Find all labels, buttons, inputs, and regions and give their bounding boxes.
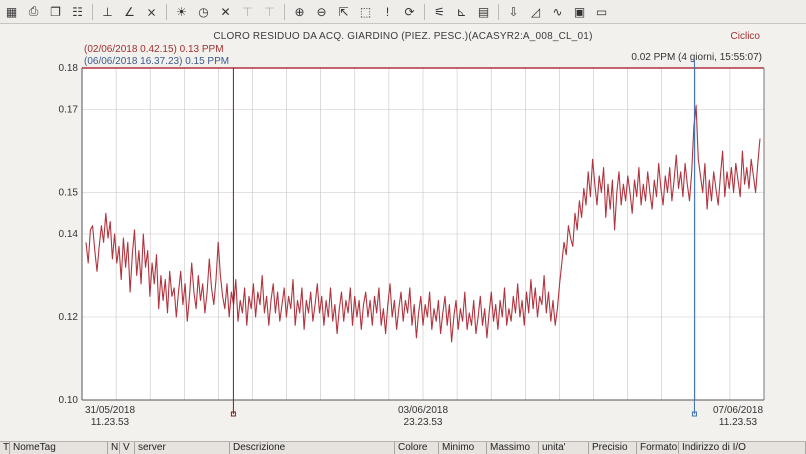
column-header[interactable]: V bbox=[120, 442, 135, 454]
column-header[interactable]: Minimo bbox=[439, 442, 487, 454]
y-tick-label: 0.10 bbox=[59, 395, 79, 406]
column-header[interactable]: Indirizzo di I/O bbox=[679, 442, 806, 454]
column-header[interactable]: unita' bbox=[539, 442, 589, 454]
column-header[interactable]: T bbox=[0, 442, 10, 454]
trend-chart[interactable]: 0.180.170.150.140.120.1031/05/201811.23.… bbox=[0, 0, 806, 441]
x-tick-date-label: 31/05/2018 bbox=[85, 405, 135, 416]
column-header[interactable]: server bbox=[135, 442, 230, 454]
x-tick-time-label: 11.23.53 bbox=[91, 417, 130, 428]
column-header[interactable]: Massimo bbox=[487, 442, 539, 454]
y-tick-label: 0.17 bbox=[59, 105, 79, 116]
column-header[interactable]: N bbox=[108, 442, 120, 454]
x-tick-time-label: 11.23.53 bbox=[719, 417, 758, 428]
column-header[interactable]: Colore bbox=[395, 442, 439, 454]
column-header[interactable]: Descrizione bbox=[230, 442, 395, 454]
tag-table-header: T NomeTag N Vserver Descrizione Colore Minimo M… bbox=[0, 441, 806, 454]
y-tick-label: 0.14 bbox=[59, 229, 79, 240]
y-tick-label: 0.15 bbox=[59, 188, 79, 199]
x-tick-date-label: 07/06/2018 bbox=[713, 405, 763, 416]
x-tick-time-label: 23.23.53 bbox=[404, 417, 443, 428]
y-tick-label: 0.18 bbox=[59, 63, 79, 74]
y-tick-label: 0.12 bbox=[59, 312, 79, 323]
column-header[interactable]: Formato bbox=[637, 442, 679, 454]
column-header[interactable]: Precisio bbox=[589, 442, 637, 454]
x-tick-date-label: 03/06/2018 bbox=[398, 405, 448, 416]
column-header[interactable]: NomeTag bbox=[10, 442, 108, 454]
